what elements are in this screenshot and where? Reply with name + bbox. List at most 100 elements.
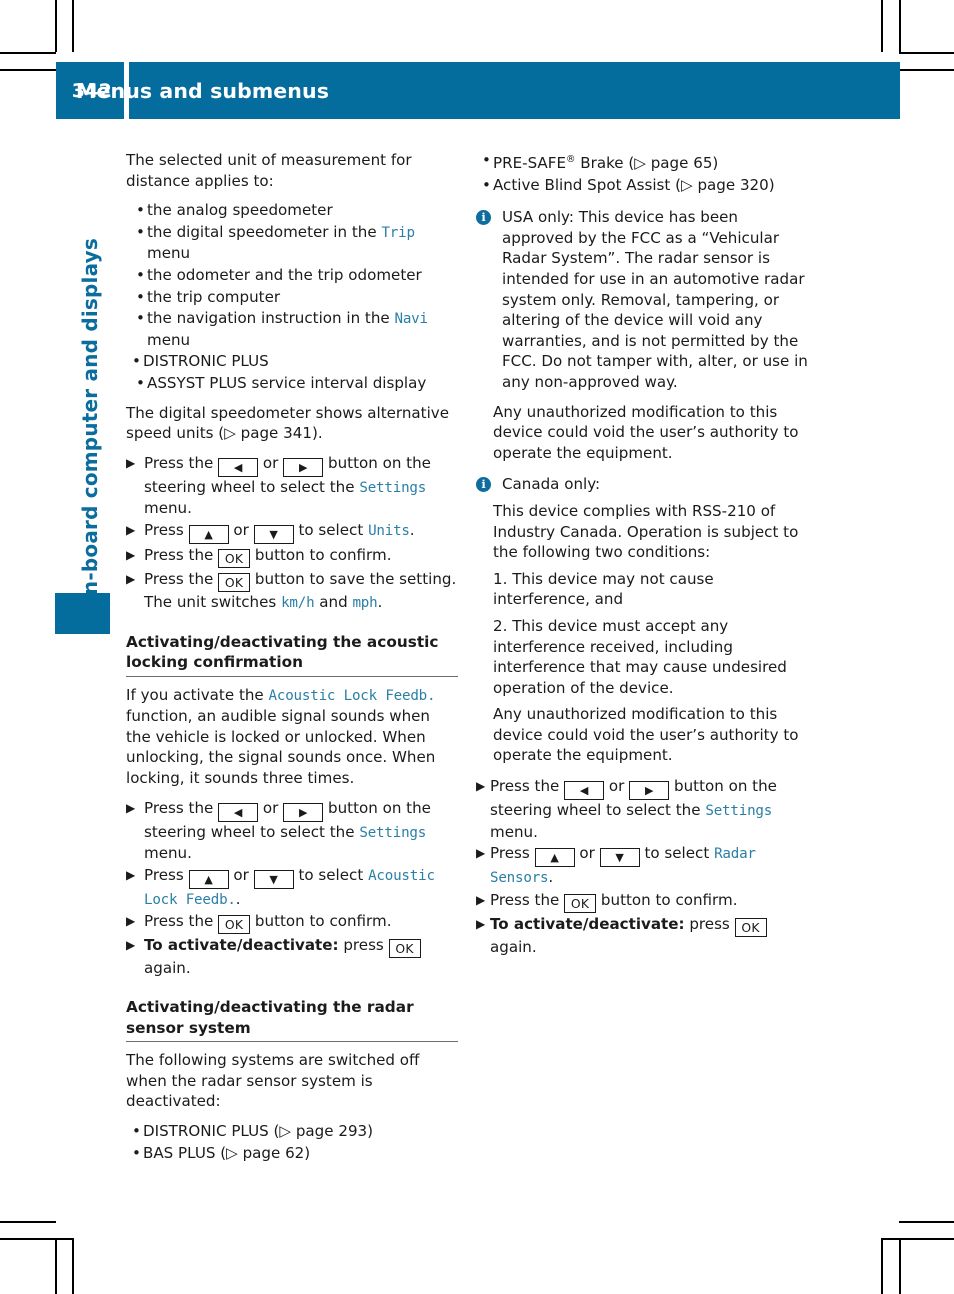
key-left-icon[interactable]: ◀	[218, 802, 259, 822]
menu-name-settings: Settings	[705, 803, 773, 820]
step-arrow-icon: ▶	[126, 522, 136, 537]
page-reference: (▷ page 293)	[274, 1122, 374, 1140]
menu-name-settings: Settings	[359, 824, 427, 841]
key-ok-icon[interactable]: OK	[218, 572, 251, 592]
step-text: press	[343, 936, 384, 955]
step-text: menu.	[144, 844, 192, 863]
step-text: Press	[144, 865, 184, 884]
unit-kmh: km/h	[281, 594, 315, 611]
step-text: Press	[490, 844, 530, 863]
page-ref-arrow-icon: ▷	[681, 175, 693, 194]
step-text: to select	[298, 520, 364, 539]
crop-mark-top-right-vertical-outer	[881, 0, 883, 52]
step-text: Press the	[490, 777, 560, 796]
page-ref-label: page 65	[650, 154, 713, 173]
crop-mark-top-right-vertical-inner	[899, 0, 901, 52]
list-item-text: ASSYST PLUS service interval display	[147, 373, 427, 392]
list-item-text: the navigation instruction in the	[147, 309, 395, 328]
crop-mark-top-left-vertical-inner	[72, 0, 74, 52]
acoustic-paragraph: If you activate the Acoustic Lock Feedb.…	[126, 685, 458, 789]
radar-systems-list: • DISTRONIC PLUS (▷ page 293) • BAS PLUS (…	[126, 1121, 458, 1163]
paren-close: )	[304, 1143, 311, 1162]
step-text-or: or	[233, 520, 249, 539]
list-item-text: the analog speedometer	[147, 201, 333, 220]
key-right-icon[interactable]: ▶	[629, 781, 670, 801]
note-usa: i USA only: This device has been approve…	[476, 207, 808, 463]
list-item: • the odometer and the trip odometer	[126, 265, 458, 286]
step-text: button to confirm.	[254, 912, 392, 931]
list-item: • ASSYST PLUS service interval display	[126, 373, 458, 394]
key-down-icon[interactable]: ▼	[599, 848, 640, 868]
bullet-icon: •	[136, 201, 145, 220]
step-text: again.	[144, 959, 191, 978]
crop-mark-bottom-right-vertical-inner	[899, 1238, 901, 1294]
crop-mark-bottom-left-vertical-inner	[72, 1238, 74, 1294]
key-ok-icon[interactable]: OK	[388, 939, 421, 959]
step-text-or: or	[608, 777, 625, 796]
heading-divider	[126, 1041, 458, 1043]
note-canada-paragraph-3: 2. This device must accept any interfere…	[493, 616, 787, 697]
step-text: menu.	[490, 822, 538, 841]
page-ref-arrow-icon: ▷	[279, 1122, 292, 1140]
step-text: Press the	[144, 798, 214, 817]
key-ok-icon[interactable]: OK	[218, 915, 251, 935]
list-item-text: DISTRONIC PLUS	[143, 352, 269, 371]
chapter-tab-marker	[55, 593, 110, 634]
key-down-icon[interactable]: ▼	[253, 524, 294, 544]
crop-mark-bottom-right-horizontal-inner	[881, 1238, 954, 1240]
note-canada: i Canada only: This device complies with…	[476, 474, 808, 766]
note-canada-paragraph-4: Any unauthorized modification to this de…	[493, 705, 799, 765]
list-item: • BAS PLUS (▷ page 62)	[126, 1143, 458, 1164]
step-item: ▶ Press the OK button to confirm.	[476, 890, 808, 913]
bullet-icon: •	[132, 1143, 141, 1162]
key-right-icon[interactable]: ▶	[283, 802, 324, 822]
acoustic-steps: ▶ Press the ◀ or ▶ button on the steerin…	[126, 798, 458, 979]
step-text: Press	[144, 520, 184, 539]
speedometer-paragraph-tail: ).	[311, 424, 323, 443]
crop-mark-top-right-horizontal-inner	[899, 69, 954, 71]
step-item: ▶ Press ▲ or ▼ to select Units.	[126, 520, 458, 544]
paren-close: )	[712, 154, 719, 173]
section-heading-acoustic: Activating/deactivating the acoustic loc…	[126, 632, 439, 672]
page-reference: (▷ page 320)	[675, 176, 775, 194]
note-canada-paragraph-1: This device complies with RSS-210 of Ind…	[493, 501, 799, 562]
step-item: ▶ Press the ◀ or ▶ button on the steerin…	[476, 776, 808, 842]
key-down-icon[interactable]: ▼	[253, 869, 294, 889]
bullet-icon: •	[132, 352, 141, 371]
paren-close: )	[367, 1122, 374, 1140]
list-item: • Active Blind Spot Assist (▷ page 320)	[476, 175, 808, 196]
key-ok-icon[interactable]: OK	[564, 893, 597, 913]
step-arrow-icon: ▶	[126, 455, 136, 470]
bullet-icon: •	[482, 151, 491, 169]
step-text: Press the	[144, 569, 214, 588]
crop-mark-top-right-horizontal-outer	[899, 52, 954, 54]
step-emphasis: To activate/deactivate:	[144, 936, 339, 955]
paren-close: )	[768, 175, 775, 194]
key-up-icon[interactable]: ▲	[188, 869, 229, 889]
step-item: ▶ To activate/deactivate: press OK again…	[126, 935, 458, 979]
page-ref-label: page 62	[242, 1143, 305, 1162]
step-text-period: .	[548, 868, 554, 887]
list-item-text-suffix: menu	[147, 330, 191, 349]
key-left-icon[interactable]: ◀	[564, 781, 605, 801]
key-left-icon[interactable]: ◀	[218, 457, 259, 477]
key-ok-icon[interactable]: OK	[218, 548, 251, 568]
menu-name-acoustic-lock-feedback: Acoustic Lock Feedb.	[268, 687, 436, 704]
page-reference: (▷ page 65)	[628, 154, 718, 172]
step-arrow-icon: ▶	[476, 916, 486, 931]
menu-name-units: Units	[368, 522, 410, 539]
key-up-icon[interactable]: ▲	[534, 848, 575, 868]
list-item: • DISTRONIC PLUS (▷ page 293)	[126, 1121, 458, 1142]
list-item: • the digital speedometer in the Trip men…	[126, 222, 458, 264]
list-item-text: the odometer and the trip odometer	[147, 265, 422, 284]
list-item-text: DISTRONIC PLUS	[143, 1122, 269, 1140]
key-up-icon[interactable]: ▲	[188, 524, 229, 544]
key-right-icon[interactable]: ▶	[283, 457, 324, 477]
key-ok-icon[interactable]: OK	[734, 917, 767, 937]
radar-sensor-steps: ▶ Press the ◀ or ▶ button on the steerin…	[476, 776, 808, 957]
page-title: Menus and submenus	[76, 78, 329, 103]
crop-mark-top-left-vertical-outer	[55, 0, 57, 52]
step-arrow-icon: ▶	[126, 914, 136, 929]
manual-page: 342 Menus and submenus On-board computer…	[0, 0, 954, 1294]
page-ref-label: page 293	[295, 1122, 368, 1140]
